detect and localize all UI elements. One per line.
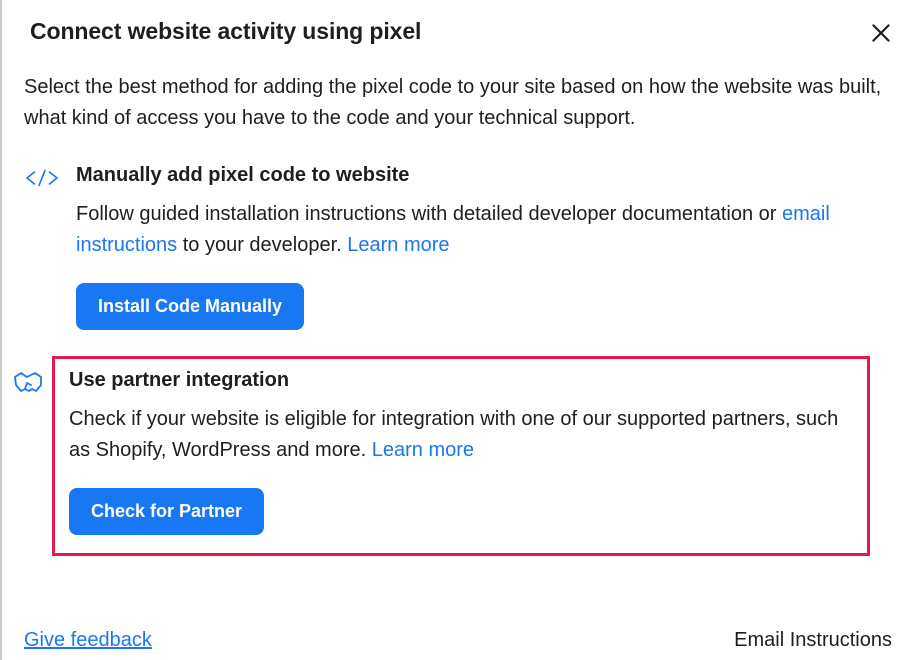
option-manual: Manually add pixel code to website Follo… [22,154,900,348]
option-manual-desc-text2: to your developer. [177,234,347,256]
pixel-connect-modal: Connect website activity using pixel Sel… [0,0,920,660]
option-partner: Use partner integration Check if your we… [52,356,870,556]
option-manual-title: Manually add pixel code to website [76,164,888,187]
close-button[interactable] [866,18,896,48]
option-partner-title: Use partner integration [69,369,855,392]
learn-more-link-manual[interactable]: Learn more [347,234,449,256]
option-partner-desc: Check if your website is eligible for in… [69,404,855,466]
options-list: Manually add pixel code to website Follo… [2,154,920,564]
modal-subtitle: Select the best method for adding the pi… [2,58,920,154]
option-partner-body: Use partner integration Check if your we… [69,369,855,535]
close-icon [868,20,894,46]
option-manual-desc-text1: Follow guided installation instructions … [76,203,782,225]
learn-more-link-partner[interactable]: Learn more [372,439,474,461]
install-code-manually-button[interactable]: Install Code Manually [76,283,304,330]
give-feedback-link[interactable]: Give feedback [24,629,152,652]
handshake-icon [11,367,47,397]
option-manual-desc: Follow guided installation instructions … [76,199,888,261]
modal-footer: Give feedback Email Instructions [2,611,920,660]
option-manual-body: Manually add pixel code to website Follo… [76,164,888,330]
check-for-partner-button[interactable]: Check for Partner [69,488,264,535]
modal-header: Connect website activity using pixel [2,0,920,58]
email-instructions-button[interactable]: Email Instructions [734,629,892,652]
modal-title: Connect website activity using pixel [30,18,421,45]
code-icon [24,164,60,194]
